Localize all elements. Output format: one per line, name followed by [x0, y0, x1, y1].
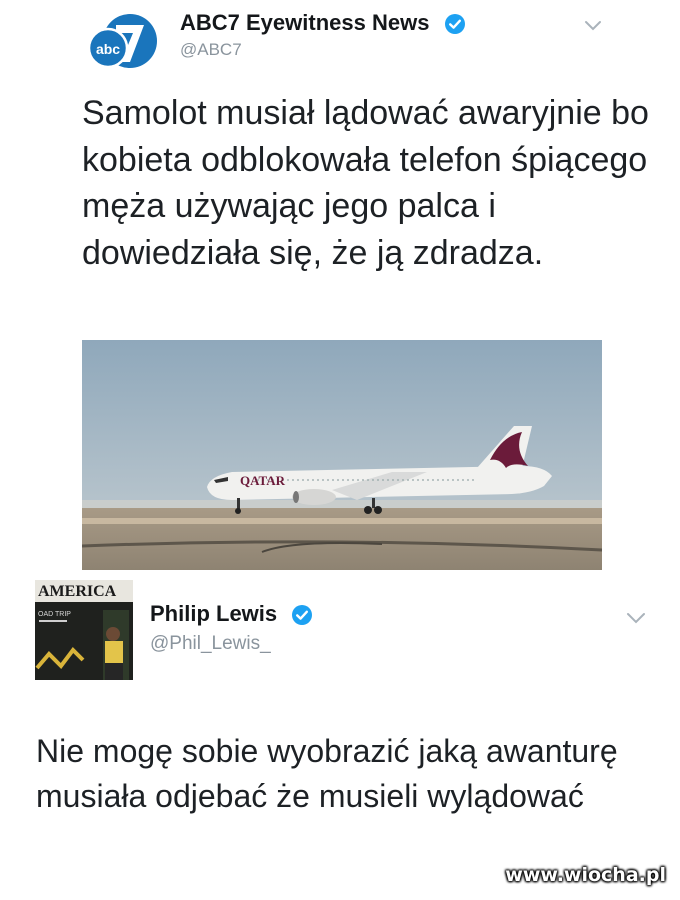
philip-lewis-avatar[interactable]: AMERICA OAD TRIP — [35, 580, 133, 680]
reply-author-handle[interactable]: @Phil_Lewis_ — [150, 633, 271, 655]
livery-text: QATAR — [240, 473, 286, 488]
verified-badge-icon — [444, 14, 465, 35]
avatar-image: AMERICA OAD TRIP — [35, 580, 133, 680]
verified-badge-icon — [292, 605, 313, 626]
svg-text:abc: abc — [96, 41, 120, 57]
avatar-banner-text: AMERICA — [38, 583, 117, 600]
chevron-down-icon[interactable] — [626, 612, 646, 625]
reply-tweet-text: Nie mogę sobie wyobrazić jaką awanturę m… — [36, 733, 618, 814]
quoted-tweet-text: Samolot musiał lądować awaryjnie bo kobi… — [82, 94, 649, 272]
quoted-tweet: abc ABC7 Eyewitness News @ABC7 Samolot m… — [0, 0, 680, 575]
watermark: www.wiocha.pl — [505, 864, 666, 886]
abc7-logo-avatar[interactable]: abc — [86, 10, 160, 72]
chevron-down-icon[interactable] — [584, 20, 602, 32]
airplane-photo[interactable]: QATAR — [82, 340, 602, 570]
quoted-author-name[interactable]: ABC7 Eyewitness News — [180, 10, 466, 36]
reply-author-name[interactable]: Philip Lewis — [150, 601, 313, 627]
quoted-author-handle[interactable]: @ABC7 — [180, 40, 242, 60]
reply-tweet: AMERICA OAD TRIP Philip Lewis @Phil_Lewi… — [0, 575, 680, 900]
avatar-subtext: OAD TRIP — [38, 611, 71, 618]
